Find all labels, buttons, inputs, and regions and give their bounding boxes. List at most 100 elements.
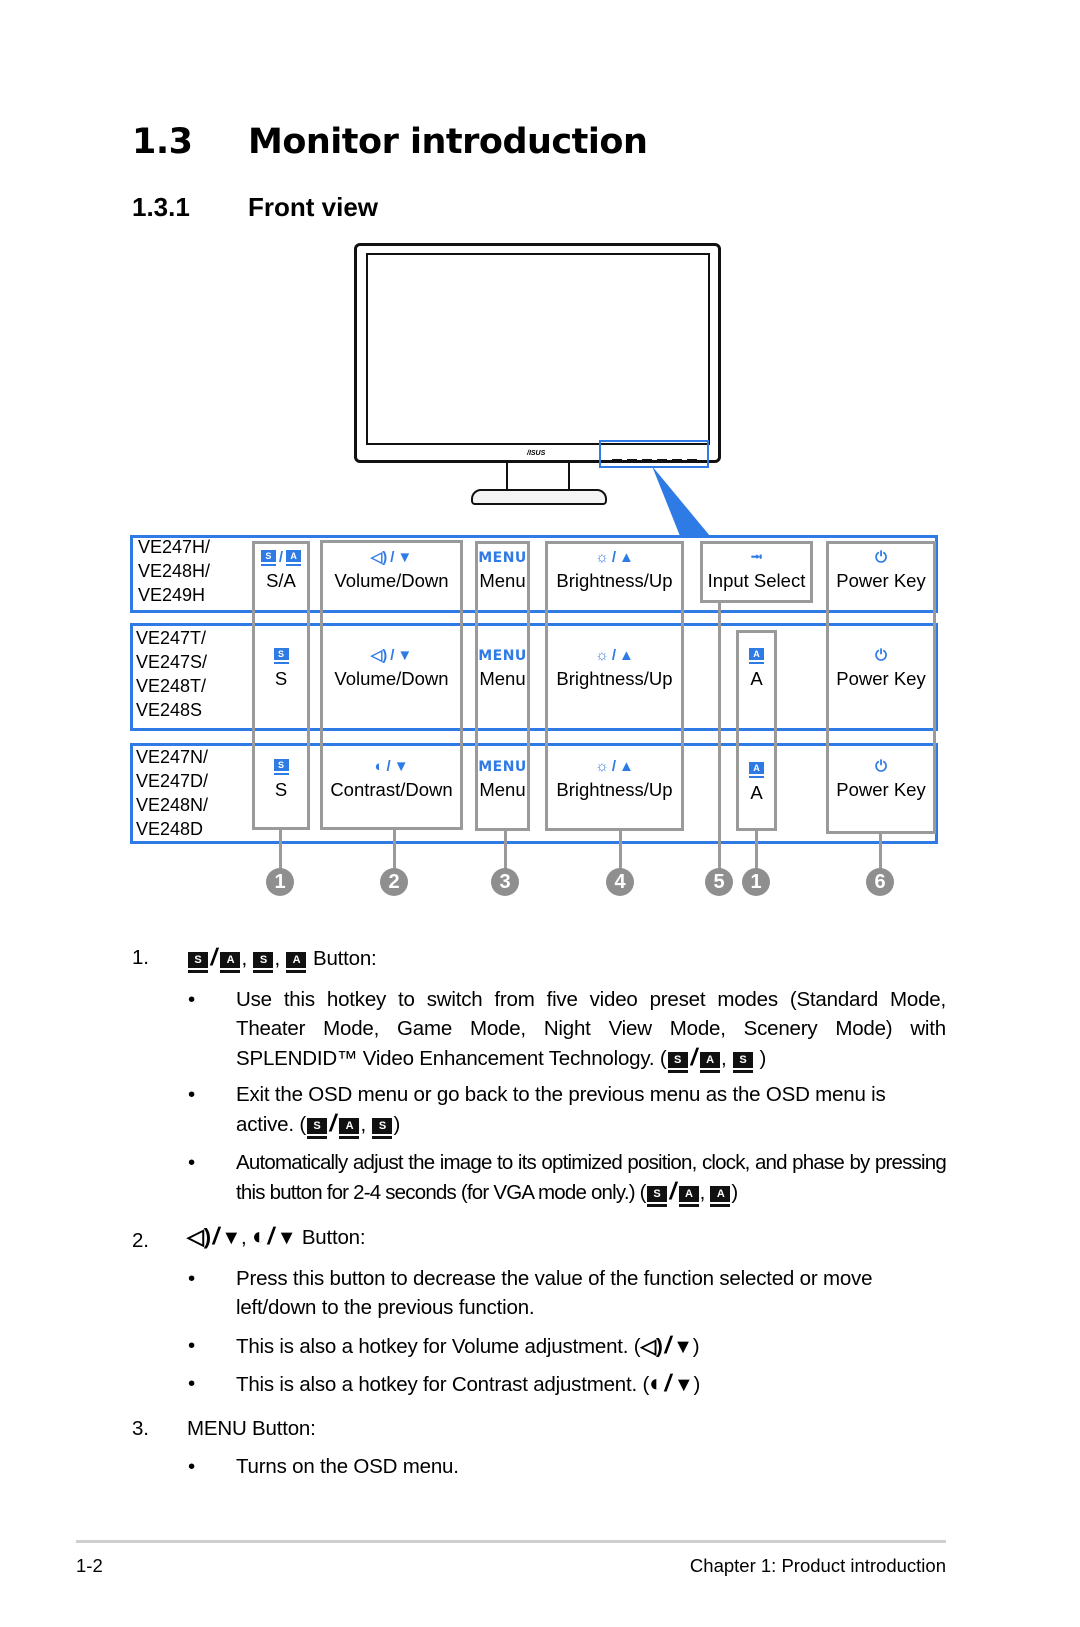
comma: , bbox=[360, 1113, 366, 1136]
s-key-icon: S bbox=[733, 1052, 753, 1070]
model-name: VE247H/ bbox=[138, 537, 211, 557]
slash-glyph: / bbox=[278, 549, 284, 566]
slash-glyph: / bbox=[390, 549, 395, 566]
down-triangle-icon: ▼ bbox=[397, 647, 413, 664]
model-name: VE248S bbox=[136, 700, 203, 720]
model-name: VE248T/ bbox=[136, 676, 207, 696]
button-cell-menu: MENU Menu bbox=[475, 548, 530, 594]
menu-icon: MENU bbox=[478, 648, 527, 664]
model-name: VE247T/ bbox=[136, 628, 207, 648]
bullet: • bbox=[188, 988, 195, 1011]
button-cell-brightness-up: ☼ / ▲ Brightness/Up bbox=[545, 757, 684, 803]
button-label: A bbox=[750, 782, 763, 803]
item-number: 2. bbox=[132, 1229, 149, 1252]
connector-line bbox=[393, 830, 396, 870]
item-number: 3. bbox=[132, 1417, 149, 1440]
up-triangle-icon: ▲ bbox=[619, 647, 634, 664]
button-label: Menu bbox=[479, 779, 526, 800]
button-label: Brightness/Up bbox=[556, 779, 673, 800]
bullet: • bbox=[188, 1334, 195, 1357]
a-key-icon: A bbox=[700, 1052, 720, 1070]
monitor-button bbox=[657, 459, 667, 461]
slash-glyph: / bbox=[386, 758, 391, 775]
slash-glyph: / bbox=[688, 1044, 700, 1071]
callout-1: 1 bbox=[266, 868, 294, 896]
button-label: Brightness/Up bbox=[556, 668, 673, 689]
button-label: Input Select bbox=[707, 570, 806, 591]
volume-icon: ◁) bbox=[640, 1335, 663, 1358]
button-cell-power: ⏻ Power Key bbox=[826, 548, 936, 594]
button-cell-a: A A bbox=[736, 646, 777, 692]
button-cell-s: S S bbox=[252, 646, 310, 692]
a-key-icon: A bbox=[339, 1118, 360, 1136]
down-triangle-icon: ▼ bbox=[221, 1227, 241, 1249]
down-triangle-icon: ▼ bbox=[397, 549, 413, 566]
zoom-pointer bbox=[652, 466, 710, 536]
down-triangle-icon: ▼ bbox=[393, 758, 409, 775]
a-mode-icon: A bbox=[749, 647, 764, 662]
section-number: 1.3 bbox=[132, 122, 193, 162]
down-triangle-icon: ▼ bbox=[673, 1374, 694, 1396]
callout-3: 3 bbox=[491, 868, 519, 896]
connector-line bbox=[619, 831, 622, 871]
close-paren: ) bbox=[693, 1373, 701, 1396]
s-key-icon: S bbox=[372, 1118, 393, 1136]
comma: , bbox=[274, 947, 280, 970]
button-cell-power: ⏻ Power Key bbox=[826, 646, 936, 692]
callout-5: 5 bbox=[705, 868, 733, 896]
item-heading-text: Button: bbox=[301, 1226, 366, 1249]
connector-line bbox=[718, 603, 721, 870]
a-mode-icon: A bbox=[749, 761, 764, 776]
sun-icon: ☼ bbox=[595, 549, 609, 566]
button-label: Contrast/Down bbox=[330, 779, 453, 800]
item-heading-text: Button: bbox=[312, 947, 377, 970]
power-icon: ⏻ bbox=[875, 758, 887, 775]
monitor-screen bbox=[366, 253, 710, 445]
menu-icon: MENU bbox=[478, 759, 527, 775]
button-cell-contrast-down: ◐ / ▼ Contrast/Down bbox=[320, 757, 463, 803]
model-list: VE247T/ VE247S/ VE248T/ VE248S bbox=[136, 626, 207, 722]
sun-icon: ☼ bbox=[595, 758, 609, 775]
bullet: • bbox=[188, 1267, 195, 1290]
control-buttons-highlight bbox=[599, 440, 709, 468]
connector-line bbox=[504, 831, 507, 871]
connector-line bbox=[279, 830, 282, 870]
s-mode-icon: S bbox=[260, 549, 276, 564]
button-cell-brightness-up: ☼ / ▲ Brightness/Up bbox=[545, 548, 684, 594]
slash-glyph: / bbox=[208, 944, 220, 971]
monitor-button bbox=[627, 459, 637, 461]
subsection-title: Front view bbox=[248, 192, 379, 222]
comma: , bbox=[699, 1181, 706, 1204]
sun-icon: ☼ bbox=[595, 647, 609, 664]
item-heading: S / A, S, A Button: bbox=[187, 943, 377, 973]
button-cell-s: S S bbox=[252, 757, 310, 803]
slash-glyph: / bbox=[265, 1223, 278, 1250]
s-key-icon: S bbox=[306, 1118, 327, 1136]
item-heading: MENU Button: bbox=[187, 1417, 316, 1440]
slash-glyph: / bbox=[611, 758, 617, 775]
power-icon: ⏻ bbox=[875, 647, 887, 664]
button-label: Menu bbox=[479, 668, 526, 689]
footer-divider bbox=[76, 1540, 946, 1543]
a-key-icon: A bbox=[710, 1186, 731, 1204]
button-label: Menu bbox=[479, 570, 526, 591]
model-list: VE247H/ VE248H/ VE249H bbox=[138, 535, 210, 607]
monitor-button bbox=[687, 459, 697, 461]
s-mode-icon: S bbox=[273, 758, 289, 773]
monitor-stand-base bbox=[471, 489, 607, 505]
model-name: VE248N/ bbox=[136, 795, 209, 815]
section-title: Monitor introduction bbox=[248, 122, 648, 162]
model-name: VE247D/ bbox=[136, 771, 209, 791]
button-label: Brightness/Up bbox=[556, 570, 673, 591]
bullet: • bbox=[188, 1083, 195, 1106]
model-name: VE247N/ bbox=[136, 747, 209, 767]
button-cell-brightness-up: ☼ / ▲ Brightness/Up bbox=[545, 646, 684, 692]
bullet-text-content: This is also a hotkey for Volume adjustm… bbox=[236, 1335, 641, 1358]
close-paren: ) bbox=[759, 1047, 767, 1070]
monitor-button bbox=[612, 459, 622, 461]
slash-glyph: / bbox=[390, 647, 395, 664]
callout-6: 6 bbox=[866, 868, 894, 896]
button-label: S/A bbox=[266, 570, 296, 591]
button-cell-menu: MENU Menu bbox=[475, 646, 530, 692]
s-mode-icon: S bbox=[273, 647, 289, 662]
